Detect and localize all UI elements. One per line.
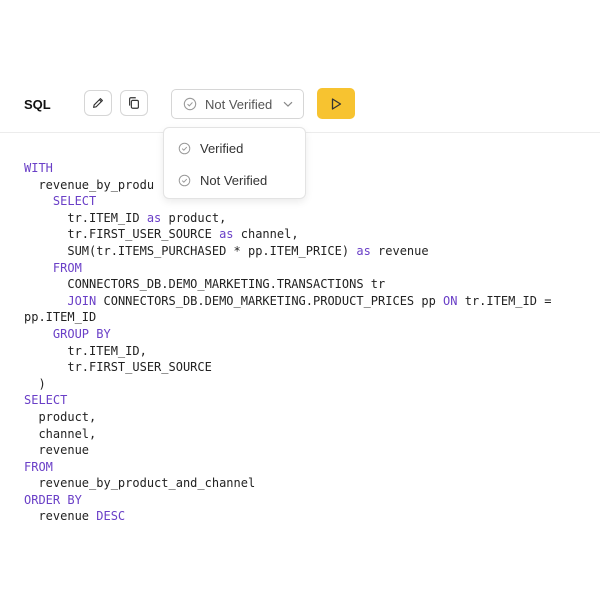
code-line: tr.ITEM_ID,: [24, 343, 584, 360]
code-line: GROUP BY: [24, 326, 584, 343]
panel-title: SQL: [24, 97, 51, 112]
check-circle-icon: [178, 174, 191, 186]
pencil-icon: [93, 98, 103, 108]
code-line: tr.FIRST_USER_SOURCE as channel,: [24, 226, 584, 243]
sql-keyword: FROM: [24, 459, 53, 474]
code-text: pp.ITEM_ID: [24, 310, 97, 325]
code-text: revenue_by_produ: [24, 177, 155, 192]
code-text: tr.ITEM_ID =: [457, 293, 552, 308]
verification-select[interactable]: Not Verified: [171, 89, 304, 119]
run-query-button[interactable]: [317, 88, 355, 119]
code-text: ): [24, 376, 46, 391]
code-line: ORDER BY: [24, 492, 584, 509]
check-circle-icon: [183, 97, 197, 111]
code-line: product,: [24, 409, 584, 426]
play-icon: [331, 97, 342, 110]
chevron-down-icon: [283, 101, 293, 107]
copy-icon: [129, 97, 139, 109]
code-line: tr.FIRST_USER_SOURCE: [24, 359, 584, 376]
sql-keyword: JOIN: [67, 293, 97, 308]
code-text: product,: [161, 210, 227, 225]
code-line: ): [24, 376, 584, 393]
code-text: CONNECTORS_DB.DEMO_MARKETING.TRANSACTION…: [24, 277, 386, 292]
code-line: FROM: [24, 260, 584, 277]
editor-toolbar: SQL Not Verified: [0, 0, 600, 134]
sql-code-editor[interactable]: WITH revenue_by_produ SELECT tr.ITEM_ID …: [24, 160, 584, 525]
sql-keyword: as: [146, 210, 162, 225]
code-text: product,: [24, 409, 97, 424]
sql-keyword: SELECT: [24, 393, 68, 408]
code-text: revenue: [24, 509, 97, 524]
dropdown-option-label: Verified: [200, 140, 244, 156]
code-text: tr.ITEM_ID,: [24, 343, 147, 358]
code-line: SELECT: [24, 392, 584, 409]
dropdown-option-not-verified[interactable]: Not Verified: [164, 166, 305, 194]
dropdown-option-verified[interactable]: Verified: [164, 134, 305, 162]
code-text: channel,: [233, 227, 299, 242]
code-text: revenue: [24, 443, 90, 458]
sql-keyword: SELECT: [52, 194, 97, 209]
code-line: pp.ITEM_ID: [24, 309, 584, 326]
check-circle-icon: [178, 142, 191, 154]
sql-keyword: as: [356, 243, 371, 258]
code-text: tr.ITEM_ID: [24, 210, 147, 225]
code-line: revenue_by_product_and_channel: [24, 475, 584, 492]
code-line: channel,: [24, 426, 584, 443]
code-line: JOIN CONNECTORS_DB.DEMO_MARKETING.PRODUC…: [24, 293, 584, 310]
code-line: revenue DESC: [24, 508, 584, 525]
code-line: FROM: [24, 459, 584, 476]
code-line: tr.ITEM_ID as product,: [24, 210, 584, 227]
edit-button[interactable]: [84, 90, 112, 116]
verification-dropdown-menu: Verified Not Verified: [163, 127, 306, 199]
code-line: CONNECTORS_DB.DEMO_MARKETING.TRANSACTION…: [24, 276, 584, 293]
code-text: revenue_by_product_and_channel: [24, 476, 256, 491]
verification-select-value: Not Verified: [205, 96, 273, 112]
code-line: revenue: [24, 442, 584, 459]
sql-keyword: ON: [443, 293, 458, 308]
code-text: CONNECTORS_DB.DEMO_MARKETING.PRODUCT_PRI…: [96, 293, 444, 308]
code-line: SUM(tr.ITEMS_PURCHASED * pp.ITEM_PRICE) …: [24, 243, 584, 260]
sql-keyword: WITH: [24, 161, 53, 175]
copy-button[interactable]: [120, 90, 148, 116]
sql-keyword: DESC: [96, 509, 126, 524]
code-text: tr.FIRST_USER_SOURCE: [24, 360, 212, 375]
code-text: SUM(tr.ITEMS_PURCHASED * pp.ITEM_PRICE): [24, 243, 357, 258]
dropdown-option-label: Not Verified: [200, 172, 268, 188]
sql-keyword: as: [219, 227, 234, 242]
sql-keyword: ORDER BY: [24, 492, 82, 507]
code-text: channel,: [24, 426, 97, 441]
sql-keyword: GROUP BY: [52, 326, 111, 341]
code-text: tr.FIRST_USER_SOURCE: [24, 227, 220, 242]
sql-keyword: FROM: [52, 260, 82, 275]
code-text: revenue: [370, 243, 429, 258]
